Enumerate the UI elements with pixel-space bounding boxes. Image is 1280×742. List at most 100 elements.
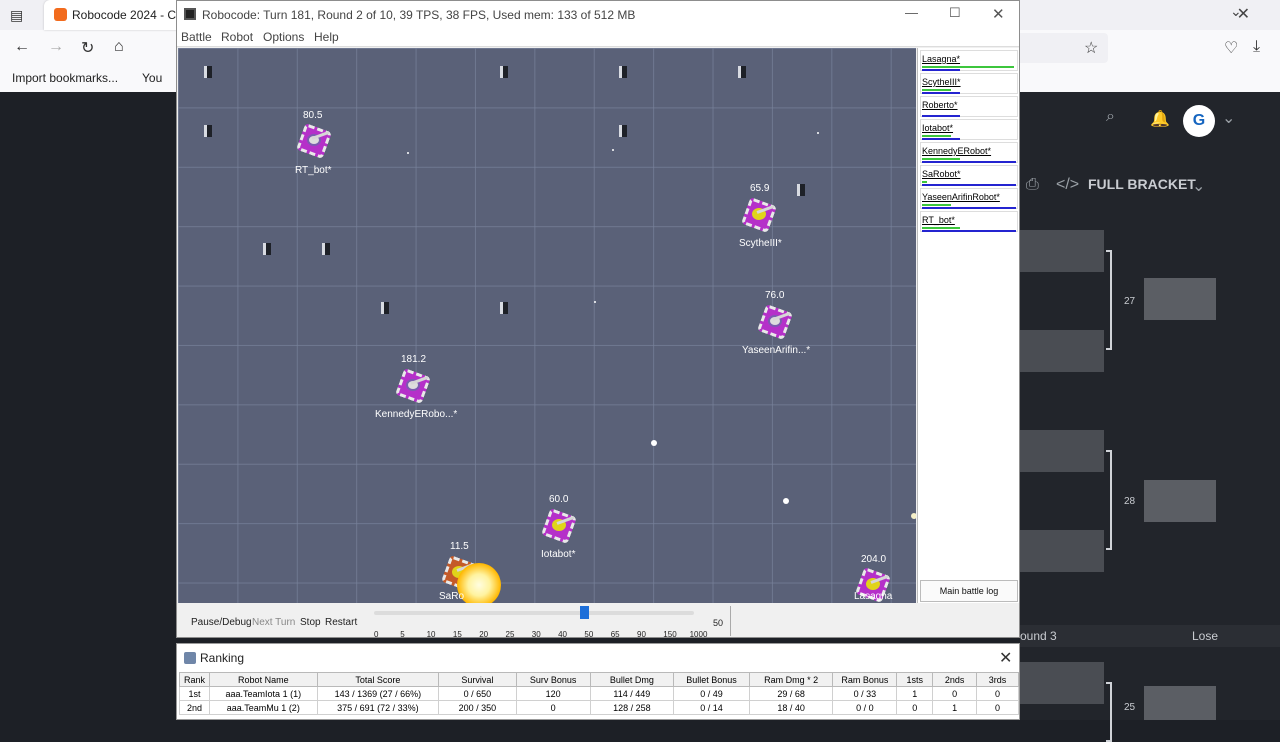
table-cell: 29 / 68: [748, 686, 834, 701]
robot-tank[interactable]: [757, 304, 793, 340]
menu-bar: Battle Robot Options Help: [177, 27, 1019, 47]
bookmark-import[interactable]: Import bookmarks...: [12, 71, 118, 85]
column-header[interactable]: 1sts: [896, 672, 934, 687]
favicon-icon: [54, 8, 67, 21]
table-cell: 143 / 1369 (27 / 66%): [316, 686, 440, 701]
robocode-titlebar: Robocode: Turn 181, Round 2 of 10, 39 TP…: [177, 1, 1019, 27]
table-cell: aaa.TeamIota 1 (1): [208, 686, 318, 701]
back-icon[interactable]: ←: [14, 38, 30, 56]
column-header[interactable]: Surv Bonus: [515, 672, 591, 687]
forward-icon[interactable]: →: [48, 38, 64, 56]
robot-list-name: Iotabot*: [922, 123, 954, 133]
column-header[interactable]: Robot Name: [208, 672, 318, 687]
code-icon[interactable]: </>: [1056, 176, 1079, 194]
home-icon[interactable]: ⌂: [114, 38, 124, 56]
table-row[interactable]: 1st aaa.TeamIota 1 (1) 143 / 1369 (27 / 66…: [179, 686, 1019, 701]
full-bracket-button[interactable]: FULL BRACKET: [1088, 176, 1196, 192]
robot-list-item[interactable]: SaRobot*: [920, 165, 1018, 186]
chevron-down-icon[interactable]: ⌄: [1230, 3, 1242, 20]
next-turn-button[interactable]: Next Turn: [252, 617, 295, 628]
table-cell: aaa.TeamMu 1 (2): [208, 700, 318, 715]
gun-heat-bar: [922, 184, 1017, 186]
search-icon[interactable]: ⌕: [1106, 108, 1115, 126]
pause-debug-button[interactable]: Pause/Debug: [191, 617, 252, 628]
floor-decoration: [500, 302, 508, 314]
bookmark-folder[interactable]: You: [142, 71, 162, 85]
print-icon[interactable]: ⎙: [1026, 176, 1039, 194]
star-icon[interactable]: ☆: [1084, 38, 1098, 58]
ranking-titlebar: Ranking ✕: [177, 644, 1019, 672]
close-icon[interactable]: ✕: [999, 648, 1012, 668]
robot-list-item[interactable]: KennedyERobot*: [920, 142, 1018, 163]
robot-list-name: Roberto*: [922, 100, 958, 110]
stop-button[interactable]: Stop: [300, 617, 321, 628]
menu-robot[interactable]: Robot: [221, 30, 253, 44]
table-cell: 0 / 14: [673, 700, 750, 715]
battlefield[interactable]: 80.5 RT_bot* 65.9 ScytheIII* 76.0 Yaseen…: [178, 48, 916, 603]
maximize-icon[interactable]: ☐: [949, 5, 961, 21]
table-cell: 128 / 258: [589, 700, 675, 715]
restart-button[interactable]: Restart: [325, 617, 357, 628]
robot-list-item[interactable]: ScytheIII*: [920, 73, 1018, 94]
robot-tank[interactable]: [395, 368, 431, 404]
column-header[interactable]: Ram Bonus: [832, 672, 898, 687]
table-cell: 2nd: [179, 700, 210, 715]
column-header[interactable]: Survival: [438, 672, 517, 687]
column-header[interactable]: Total Score: [316, 672, 440, 687]
slider-tick-label: 40: [558, 630, 567, 639]
bracket-slot: [1020, 530, 1104, 572]
background-site: ⌕ 🔔 G ⌄ ⎙ </> FULL BRACKET ⌄ 27 28 ound …: [1020, 92, 1280, 742]
avatar[interactable]: G: [1183, 105, 1215, 137]
floor-decoration: [263, 243, 271, 255]
main-battle-log-button[interactable]: Main battle log: [920, 580, 1018, 602]
robot-tank[interactable]: [296, 123, 332, 159]
robot-list-item[interactable]: Iotabot*: [920, 119, 1018, 140]
energy-bar: [922, 135, 951, 137]
robot-list-item[interactable]: RT_bot*: [920, 211, 1018, 232]
energy-bar: [922, 204, 951, 206]
robot-list-item[interactable]: Roberto*: [920, 96, 1018, 117]
energy-bar: [922, 181, 927, 183]
menu-battle[interactable]: Battle: [181, 30, 212, 44]
tab-list-icon[interactable]: ▤: [10, 7, 23, 24]
column-header[interactable]: 2nds: [932, 672, 978, 687]
column-header[interactable]: Bullet Dmg: [589, 672, 675, 687]
table-cell: 0: [976, 686, 1019, 701]
table-row[interactable]: 2nd aaa.TeamMu 1 (2) 375 / 691 (72 / 33%) 2…: [179, 700, 1019, 715]
bell-icon[interactable]: 🔔: [1150, 109, 1170, 129]
table-cell: 0 / 49: [673, 686, 750, 701]
robot-tank[interactable]: [541, 508, 577, 544]
menu-help[interactable]: Help: [314, 30, 339, 44]
lose-label: Lose: [1192, 629, 1219, 643]
floor-decoration: [381, 302, 389, 314]
pocket-icon[interactable]: ♡: [1224, 38, 1238, 58]
gun-heat-bar: [922, 138, 961, 140]
bullet: [407, 152, 409, 154]
robot-tank[interactable]: [741, 197, 777, 233]
column-header[interactable]: Bullet Bonus: [673, 672, 750, 687]
table-cell: 1: [896, 686, 934, 701]
close-icon[interactable]: ✕: [992, 5, 1005, 23]
robot-energy: 60.0: [549, 494, 569, 505]
robot-energy: 80.5: [303, 110, 323, 121]
chevron-down-icon[interactable]: ⌄: [1222, 108, 1235, 128]
table-cell: 120: [515, 686, 591, 701]
tps-value: 50: [713, 618, 724, 628]
robot-list-item[interactable]: Lasagna*: [920, 50, 1018, 71]
bracket-slot: [1020, 330, 1104, 372]
slider-tick-label: 150: [663, 630, 677, 639]
bracket-number: 27: [1124, 296, 1136, 307]
reload-icon[interactable]: ↻: [81, 38, 94, 58]
column-header[interactable]: Rank: [179, 672, 210, 687]
column-header[interactable]: 3rds: [976, 672, 1019, 687]
download-icon[interactable]: ⤓: [1253, 38, 1260, 56]
column-header[interactable]: Ram Dmg * 2: [748, 672, 834, 687]
floor-decoration: [797, 184, 805, 196]
tps-slider-thumb[interactable]: [580, 606, 589, 619]
menu-options[interactable]: Options: [263, 30, 304, 44]
robot-list-name: KennedyERobot*: [922, 146, 992, 156]
chevron-down-icon[interactable]: ⌄: [1192, 176, 1205, 196]
robot-list-item[interactable]: YaseenArifinRobot*: [920, 188, 1018, 209]
minimize-icon[interactable]: —: [905, 5, 918, 20]
tps-slider[interactable]: [374, 611, 694, 615]
